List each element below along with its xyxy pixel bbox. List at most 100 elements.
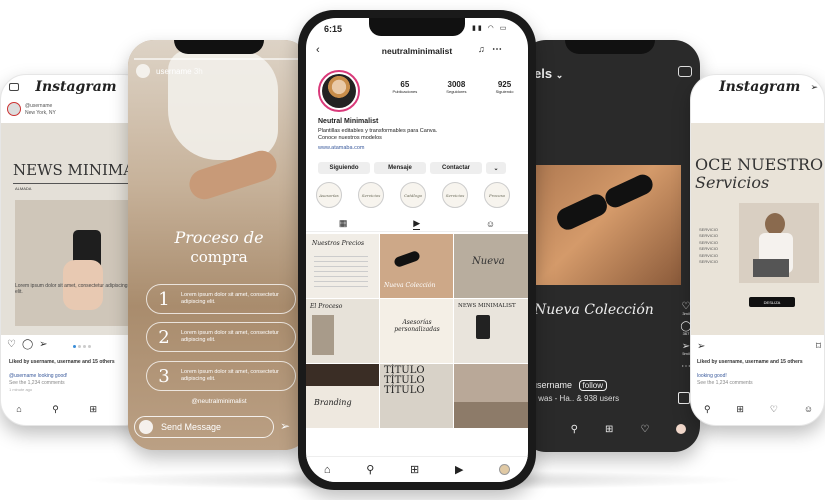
avatar[interactable] — [7, 102, 21, 116]
profile-link[interactable]: www.atamaba.com — [318, 145, 364, 151]
reel-username[interactable]: username follow — [532, 380, 607, 391]
location: New York, NY — [25, 110, 56, 116]
post-title-2: Servicios — [695, 173, 770, 192]
phone-reels: els ⌄ Nueva Colección ♡ 3mil ◯ 367 ➢ 5mi… — [520, 40, 700, 452]
step-2: 2 Lorem ipsum dolor sit amet, consectetur… — [146, 322, 296, 352]
caption: looking good! — [697, 373, 727, 379]
bottom-nav: ⚲ ⊞ ♡ — [520, 418, 700, 440]
following-button[interactable]: Siguiendo — [318, 162, 370, 174]
heart-icon[interactable]: ♡ — [640, 424, 649, 435]
grid-post-1[interactable]: Nuestros Precios — [306, 234, 379, 298]
highlight-4[interactable]: Servicios — [442, 182, 468, 208]
post-title-1: OCE NUESTROS — [695, 155, 825, 174]
message-button[interactable]: Mensaje — [374, 162, 426, 174]
grid-post-5[interactable]: Asesorías personalizadas — [380, 299, 453, 363]
add-icon[interactable]: ⊞ — [410, 463, 419, 476]
post-image[interactable]: OCE NUESTROS Servicios SERVICIO SERVICIO S… — [691, 123, 825, 335]
bell-icon[interactable]: ♫ — [478, 44, 485, 54]
story-title-2: compra — [190, 248, 248, 266]
grid-post-8[interactable]: TÍTULO TÍTULO TÍTULO — [380, 364, 453, 428]
avatar[interactable] — [136, 64, 150, 78]
reels-icon[interactable]: ▶ — [413, 218, 421, 230]
highlight-5[interactable]: Proceso — [484, 182, 510, 208]
bottom-nav: ⚲ ⊞ ♡ ☺ — [691, 401, 824, 417]
home-icon[interactable]: ⌂ — [324, 464, 331, 476]
grid-post-3[interactable]: Nueva — [454, 234, 528, 298]
avatar[interactable] — [676, 424, 687, 434]
swipe-button[interactable]: DESLIZA — [749, 297, 795, 307]
heart-icon[interactable]: ♡ — [770, 404, 778, 415]
bookmark-icon[interactable]: ⌑ — [816, 341, 821, 352]
phone-center: 6:15 ▮▮ ◠ ▭ ‹ neutralminimalist ♫ ⋯ 65 Pu… — [298, 10, 536, 490]
carousel-dots — [73, 345, 91, 348]
story-username[interactable]: username 3h — [156, 67, 203, 76]
account-name[interactable]: @username — [25, 103, 52, 109]
follow-button[interactable]: follow — [578, 380, 607, 391]
search-icon[interactable]: ⚲ — [52, 404, 59, 415]
search-icon[interactable]: ⚲ — [366, 463, 374, 476]
heart-icon[interactable]: ♡ — [7, 339, 16, 350]
likes-text[interactable]: Liked by username, username and 15 other… — [9, 359, 145, 365]
caption: @username looking good! — [9, 373, 68, 379]
post-label: ALMADA — [15, 186, 32, 191]
highlight-1[interactable]: Asesorías — [316, 182, 342, 208]
search-icon[interactable]: ⚲ — [704, 404, 711, 415]
reels-header: els ⌄ — [534, 66, 564, 81]
highlight-2[interactable]: Servicios — [358, 182, 384, 208]
add-icon[interactable]: ⊞ — [605, 424, 613, 435]
audio-icon[interactable] — [678, 392, 690, 404]
phone-far-right: Instagram ➢ OCE NUESTROS Servicios SERVI… — [690, 74, 825, 426]
step-1: 1 Lorem ipsum dolor sit amet, consectetur… — [146, 284, 296, 314]
tagged-icon[interactable]: ☺ — [486, 219, 495, 229]
stat-posts[interactable]: 65 Publicaciones — [393, 80, 418, 94]
more-icon[interactable]: ⋯ — [492, 44, 502, 55]
add-icon[interactable]: ⊞ — [736, 404, 744, 415]
bio-line-2: Conoce nuestros modelos — [318, 135, 382, 141]
stat-following[interactable]: 925 Siguiendo — [496, 80, 514, 94]
comments-link[interactable]: See the 1,234 comments — [697, 380, 753, 386]
send-message-input[interactable]: Send Message — [134, 416, 274, 438]
reel-image[interactable] — [536, 165, 681, 285]
post-actions: ➢ ⌑ — [697, 341, 821, 352]
send-icon[interactable]: ➢ — [280, 419, 290, 433]
collection-title: Nueva Colección — [534, 302, 654, 318]
stat-followers[interactable]: 3008 Seguidores — [446, 80, 466, 94]
status-icons: ▮▮ ◠ ▭ — [472, 25, 509, 32]
reel-caption: it was - Ha.. & 938 users — [532, 394, 620, 403]
bio-line-1: Plantillas editables y transformables pa… — [318, 128, 438, 134]
grid-post-2[interactable]: Nueva Colección — [380, 234, 453, 298]
profile-stats: 65 Publicaciones 3008 Seguidores 925 Siguie… — [378, 80, 528, 94]
camera-icon[interactable] — [9, 83, 19, 91]
camera-icon[interactable] — [678, 66, 692, 77]
post-actions: ♡ ◯ ➢ — [7, 339, 48, 350]
profile-icon[interactable]: ☺ — [804, 404, 813, 414]
phone-story: username 3h Proceso de compra 1 Lorem ips… — [128, 40, 310, 450]
search-icon[interactable]: ⚲ — [571, 424, 578, 435]
camera-icon[interactable] — [139, 420, 153, 434]
add-icon[interactable]: ⊞ — [89, 404, 97, 415]
grid-icon[interactable]: ▦ — [339, 218, 348, 229]
step-3: 3 Lorem ipsum dolor sit amet, consectetur… — [146, 361, 296, 391]
grid-post-4[interactable]: El Proceso — [306, 299, 379, 363]
grid-post-6[interactable]: NEWS MINIMALIST — [454, 299, 528, 363]
share-icon[interactable]: ➢ — [39, 339, 47, 350]
woman-photo — [739, 203, 819, 283]
send-icon[interactable]: ➢ — [810, 82, 818, 93]
grid-post-9[interactable] — [454, 364, 528, 428]
likes-text[interactable]: Liked by username, username and 15 other… — [697, 359, 821, 365]
profile-avatar[interactable] — [318, 70, 360, 112]
time-ago: 1 minute ago — [9, 387, 33, 392]
highlight-3[interactable]: Catálogo — [400, 182, 426, 208]
reels-icon[interactable]: ▶ — [455, 463, 463, 476]
display-name: Neutral Minimalist — [318, 118, 379, 125]
home-icon[interactable]: ⌂ — [16, 404, 21, 414]
comments-link[interactable]: See the 1,234 comments — [9, 380, 65, 386]
avatar[interactable] — [499, 464, 511, 475]
contact-button[interactable]: Contactar — [430, 162, 482, 174]
share-icon[interactable]: ➢ — [697, 341, 705, 352]
comment-icon[interactable]: ◯ — [22, 339, 33, 350]
phone-photo — [15, 200, 131, 326]
chevron-down-icon[interactable]: ⌄ — [486, 162, 506, 174]
grid-post-7[interactable]: Branding — [306, 364, 379, 428]
profile-tabs: ▦ ▶ ☺ — [306, 216, 528, 232]
